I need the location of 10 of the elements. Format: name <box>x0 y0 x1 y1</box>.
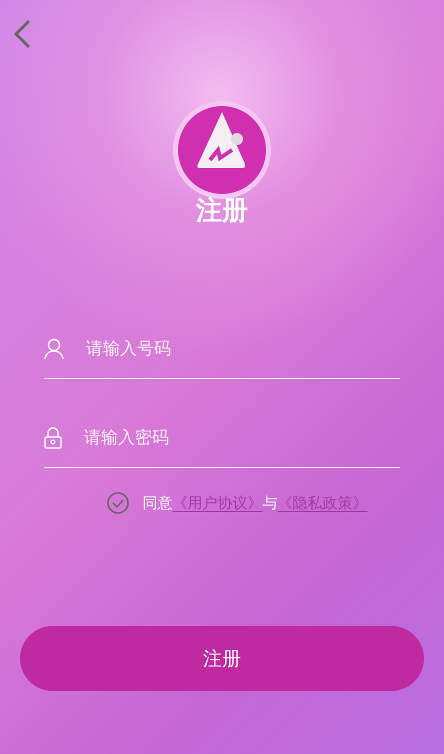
back-icon[interactable] <box>12 19 32 49</box>
agreement-label: 与 <box>262 494 278 512</box>
check-circle-icon[interactable] <box>106 492 128 514</box>
register-button[interactable]: 注册 <box>20 626 424 691</box>
input-field[interactable]: 请输入密码 <box>84 423 400 453</box>
lock-icon <box>44 427 62 449</box>
input-field[interactable]: 请输入号码 <box>86 334 400 364</box>
agreement-label: 同意 <box>142 494 172 512</box>
page-title: 注册 <box>196 195 248 228</box>
person-icon <box>44 338 64 360</box>
